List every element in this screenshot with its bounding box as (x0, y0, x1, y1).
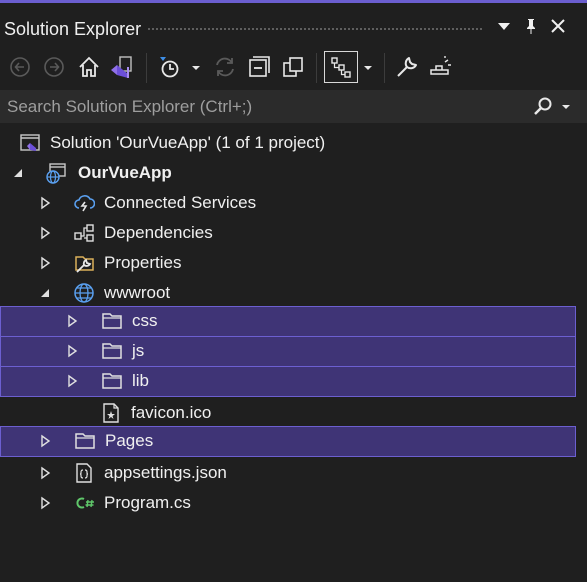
toolbar-separator (316, 53, 317, 83)
tree-item-appsettings[interactable]: appsettings.json (0, 458, 576, 488)
collapsed-arrow-icon[interactable] (66, 374, 78, 388)
tree-item-properties[interactable]: Properties (0, 248, 576, 278)
collapse-all-icon[interactable] (246, 54, 272, 80)
web-project-icon (45, 162, 67, 184)
connected-services-icon (73, 192, 96, 214)
project-label: OurVueApp (78, 163, 172, 182)
tree-item-wwwroot[interactable]: wwwroot (0, 278, 576, 308)
tree-item-connected-services[interactable]: Connected Services (0, 188, 576, 218)
dependencies-icon (73, 222, 95, 244)
search-options-dropdown-icon[interactable] (559, 97, 573, 115)
preview-pane-icon[interactable] (428, 54, 454, 80)
tree-item-pages[interactable]: Pages (0, 426, 576, 457)
tree-item-label: appsettings.json (104, 463, 227, 482)
search-box[interactable]: Search Solution Explorer (Ctrl+;) (0, 90, 587, 123)
folder-icon (101, 370, 123, 392)
tree-item-label: Dependencies (104, 223, 213, 242)
collapsed-arrow-icon[interactable] (39, 196, 51, 210)
toolbar-separator (146, 53, 147, 83)
preview-dropdown-icon[interactable] (360, 54, 376, 80)
solution-label: Solution 'OurVueApp' (1 of 1 project) (50, 133, 326, 152)
tree-item-program[interactable]: Program.cs (0, 488, 576, 518)
tree-item-favicon[interactable]: favicon.ico (0, 398, 576, 428)
title-drag-grip[interactable] (147, 27, 483, 32)
tree-item-project[interactable]: OurVueApp (0, 158, 576, 188)
collapsed-arrow-icon[interactable] (39, 434, 51, 448)
folder-icon (74, 430, 96, 452)
tree-item-label: lib (132, 371, 150, 390)
toolbar (0, 47, 587, 89)
home-icon[interactable] (76, 54, 102, 80)
show-all-files-icon[interactable] (280, 54, 306, 80)
solution-icon (19, 132, 41, 154)
csharp-file-icon (73, 492, 99, 514)
tree-item-label: Properties (104, 253, 182, 272)
properties-wrench-icon[interactable] (394, 54, 420, 80)
tree-item-label: wwwroot (104, 283, 171, 302)
tree-item-label: Program.cs (104, 493, 191, 512)
tree-item-label: Pages (105, 431, 154, 450)
sync-icon[interactable] (212, 54, 238, 80)
tree-item-solution[interactable]: Solution 'OurVueApp' (1 of 1 project) (0, 128, 576, 158)
title-bar: Solution Explorer (0, 3, 587, 47)
tree-item-label: css (132, 311, 158, 330)
back-icon[interactable] (7, 54, 33, 80)
collapsed-arrow-icon[interactable] (39, 226, 51, 240)
tree-item-dependencies[interactable]: Dependencies (0, 218, 576, 248)
folder-icon (101, 310, 123, 332)
tree-item-js[interactable]: js (0, 336, 576, 367)
pending-changes-filter-icon[interactable] (156, 54, 182, 80)
collapsed-arrow-icon[interactable] (66, 344, 78, 358)
search-input[interactable]: Search Solution Explorer (Ctrl+;) (7, 97, 252, 117)
search-icon[interactable] (533, 96, 553, 116)
globe-icon (73, 282, 95, 304)
tree-item-lib[interactable]: lib (0, 366, 576, 397)
icon-file-icon (100, 402, 122, 424)
toolbar-separator (384, 53, 385, 83)
collapsed-arrow-icon[interactable] (39, 256, 51, 270)
close-icon[interactable] (549, 17, 567, 35)
expanded-arrow-icon[interactable] (39, 286, 51, 300)
window-title: Solution Explorer (4, 19, 142, 39)
filter-dropdown-icon[interactable] (188, 54, 204, 80)
switch-views-icon[interactable] (108, 54, 134, 80)
properties-wrench-icon (73, 252, 95, 274)
collapsed-arrow-icon[interactable] (66, 314, 78, 328)
tree-item-label: favicon.ico (131, 403, 212, 422)
preview-selected-items-icon[interactable] (324, 51, 358, 83)
expanded-arrow-icon[interactable] (12, 166, 24, 180)
tree-item-label: Connected Services (104, 193, 257, 212)
folder-icon (101, 340, 123, 362)
forward-icon[interactable] (41, 54, 67, 80)
collapsed-arrow-icon[interactable] (39, 496, 51, 510)
window-menu-dropdown-icon[interactable] (495, 17, 513, 35)
tree-item-label: js (132, 341, 145, 360)
json-file-icon (73, 462, 95, 484)
collapsed-arrow-icon[interactable] (39, 466, 51, 480)
pin-icon[interactable] (522, 17, 540, 35)
tree-item-css[interactable]: css (0, 306, 576, 337)
